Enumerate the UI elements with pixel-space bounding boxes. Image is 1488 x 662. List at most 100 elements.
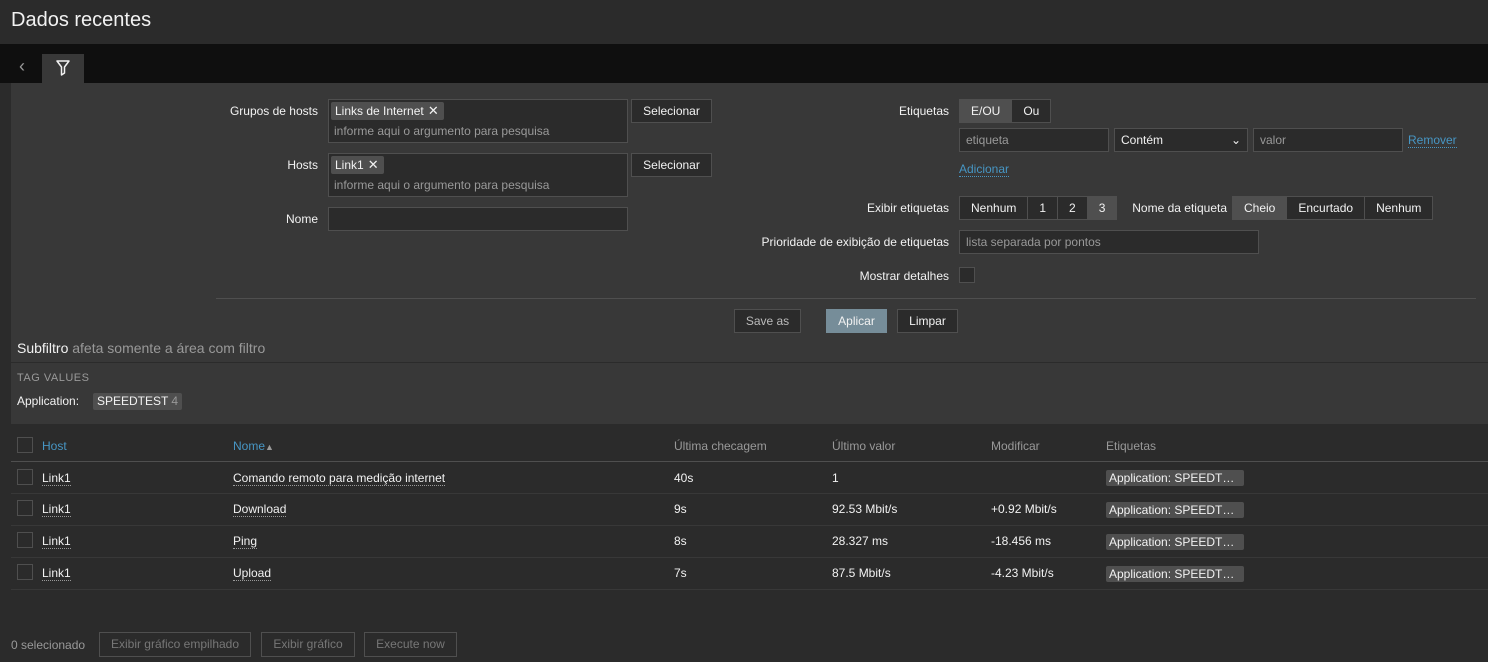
tag-priority-label: Prioridade de exibição de etiquetas [761, 235, 949, 249]
tag-name-none[interactable]: Nenhum [1365, 197, 1433, 219]
subfilter-tag-value-label: SPEEDTEST [97, 394, 169, 408]
tags-label: Etiquetas [898, 104, 949, 118]
select-host-groups-button[interactable]: Selecionar [631, 99, 712, 123]
stacked-graph-button[interactable]: Exibir gráfico empilhado [99, 632, 251, 657]
show-tags-label: Exibir etiquetas [866, 201, 949, 215]
row-divider [11, 557, 1488, 558]
filter-icon [56, 60, 70, 76]
chevron-down-icon: ⌄ [1230, 133, 1241, 147]
name-label: Nome [285, 212, 318, 226]
tags-mode-toggle: E/OU Ou [959, 99, 1052, 123]
row-host[interactable]: Link1 [42, 566, 71, 581]
host-groups-placeholder: informe aqui o argumento para pesquisa [334, 124, 550, 138]
row-tag[interactable]: Application: SPEEDTEST [1106, 566, 1244, 582]
name-input[interactable] [328, 207, 628, 231]
remove-chip-icon[interactable]: ✕ [368, 156, 379, 174]
row-last-check: 7s [674, 566, 687, 580]
tag-priority-input[interactable]: lista separada por pontos [959, 230, 1259, 254]
tags-mode-or[interactable]: Ou [1012, 100, 1051, 122]
row-last-check: 40s [674, 471, 694, 485]
tag-name-full[interactable]: Cheio [1233, 197, 1288, 219]
column-change: Modificar [991, 439, 1040, 453]
row-checkbox[interactable] [17, 500, 33, 516]
tag-name-input[interactable]: etiqueta [959, 128, 1109, 152]
show-details-label: Mostrar detalhes [859, 269, 949, 283]
column-host[interactable]: Host [42, 439, 67, 453]
sort-asc-icon: ▲ [265, 442, 274, 452]
row-tag[interactable]: Application: SPEEDTEST [1106, 502, 1244, 518]
row-divider [11, 525, 1488, 526]
row-name[interactable]: Ping [233, 534, 258, 549]
data-table [11, 430, 1488, 623]
row-last-check: 9s [674, 502, 687, 516]
row-tag[interactable]: Application: SPEEDTEST [1106, 470, 1244, 486]
subfilter-tag-value[interactable]: SPEEDTEST 4 [93, 393, 183, 410]
row-name[interactable]: Upload [233, 566, 272, 581]
tag-name-shortened[interactable]: Encurtado [1287, 197, 1366, 219]
tag-values-heading: TAG VALUES [17, 372, 90, 384]
remove-tag-link[interactable]: Remover [1408, 133, 1457, 148]
tag-operator-select[interactable]: Contém ⌄ [1114, 128, 1248, 152]
filter-tab-strip [0, 44, 1488, 83]
apply-button[interactable]: Aplicar [826, 309, 887, 333]
row-last-value: 92.53 Mbit/s [832, 502, 898, 516]
row-host[interactable]: Link1 [42, 502, 71, 517]
subfilter-tag-name: Application: [17, 394, 80, 408]
show-tags-3[interactable]: 3 [1087, 197, 1117, 219]
header-divider [11, 461, 1488, 462]
show-details-checkbox[interactable] [959, 267, 975, 283]
chevron-left-icon[interactable]: ‹ [8, 54, 36, 80]
execute-now-button[interactable]: Execute now [364, 632, 457, 657]
select-all-checkbox[interactable] [17, 437, 33, 453]
host-group-chip: Links de Internet ✕ [331, 102, 444, 120]
subfilter-heading: Subfiltro [17, 340, 69, 356]
subfilter-tag-count: 4 [171, 394, 179, 408]
add-tag-link[interactable]: Adicionar [959, 162, 1010, 177]
row-change: +0.92 Mbit/s [991, 502, 1057, 516]
row-name[interactable]: Download [233, 502, 287, 517]
row-checkbox[interactable] [17, 469, 33, 485]
filter-tab[interactable] [42, 54, 84, 84]
tag-name-format-toggle: Cheio Encurtado Nenhum [1232, 196, 1434, 220]
host-group-chip-label: Links de Internet [335, 104, 424, 118]
save-as-button[interactable]: Save as [734, 309, 801, 333]
row-host[interactable]: Link1 [42, 534, 71, 549]
filter-divider [216, 298, 1476, 299]
row-change: -4.23 Mbit/s [991, 566, 1054, 580]
hosts-label: Hosts [287, 158, 318, 172]
reset-button[interactable]: Limpar [897, 309, 958, 333]
tag-value-input[interactable]: valor [1253, 128, 1403, 152]
show-tags-2[interactable]: 2 [1058, 197, 1088, 219]
row-checkbox[interactable] [17, 564, 33, 580]
row-host[interactable]: Link1 [42, 471, 71, 486]
tags-mode-and-or[interactable]: E/OU [960, 100, 1013, 122]
column-name-label: Nome [233, 439, 266, 453]
remove-chip-icon[interactable]: ✕ [428, 102, 439, 120]
row-tag[interactable]: Application: SPEEDTEST [1106, 534, 1244, 550]
select-hosts-button[interactable]: Selecionar [631, 153, 712, 177]
page-title: Dados recentes [11, 9, 152, 31]
row-change: -18.456 ms [991, 534, 1052, 548]
row-name[interactable]: Comando remoto para medição internet [233, 471, 446, 486]
hosts-placeholder: informe aqui o argumento para pesquisa [334, 178, 550, 192]
subfilter-title: Subfiltro afeta somente a área com filtr… [17, 340, 265, 356]
tag-operator-value: Contém [1121, 133, 1164, 147]
row-last-check: 8s [674, 534, 687, 548]
show-tags-1[interactable]: 1 [1028, 197, 1059, 219]
row-last-value: 28.327 ms [832, 534, 889, 548]
column-tags: Etiquetas [1106, 439, 1157, 453]
row-last-value: 87.5 Mbit/s [832, 566, 891, 580]
column-name[interactable]: Nome▲ [233, 439, 274, 453]
tag-name-format-label: Nome da etiqueta [1132, 201, 1227, 215]
graph-button[interactable]: Exibir gráfico [261, 632, 355, 657]
row-checkbox[interactable] [17, 532, 33, 548]
subfilter-hint: afeta somente a área com filtro [72, 340, 266, 356]
host-groups-label: Grupos de hosts [229, 104, 318, 118]
column-last-check: Última checagem [674, 439, 767, 453]
host-chip: Link1 ✕ [331, 156, 384, 174]
row-divider [11, 493, 1488, 494]
subfilter-separator [11, 362, 1488, 363]
page-header: Dados recentes [0, 0, 1488, 44]
row-last-value: 1 [832, 471, 839, 485]
show-tags-none[interactable]: Nenhum [960, 197, 1029, 219]
